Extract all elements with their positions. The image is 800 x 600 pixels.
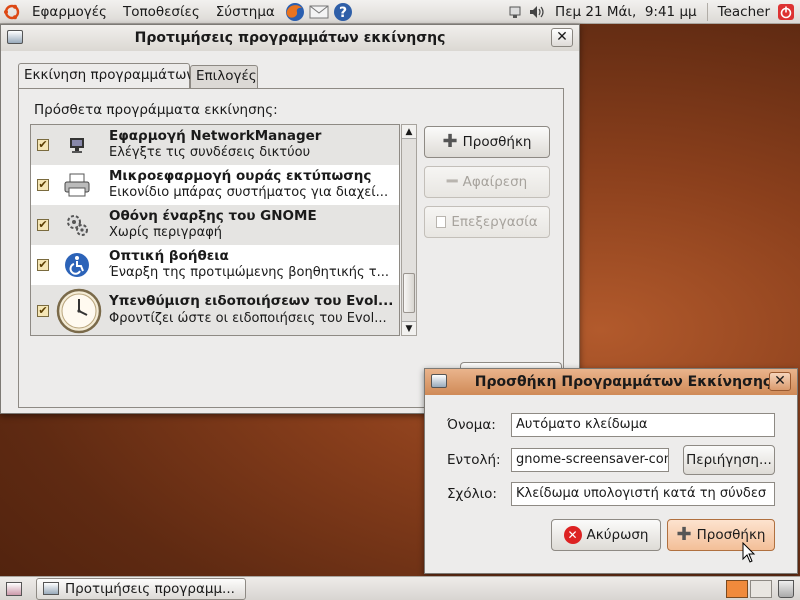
network-monitor-icon: [61, 129, 93, 161]
remove-icon: ━: [446, 171, 458, 192]
program-title: Εφαρμογή NetworkManager: [109, 128, 322, 144]
comment-label: Σχόλιο:: [447, 486, 497, 502]
add-program-button[interactable]: ✚ Προσθήκη: [424, 126, 550, 158]
tab-options[interactable]: Επιλογές: [190, 65, 258, 89]
clock[interactable]: Πεμ 21 Μάι, 9:41 μμ: [549, 4, 703, 20]
remove-program-label: Αφαίρεση: [462, 174, 528, 190]
ubuntu-logo-icon[interactable]: [2, 2, 22, 22]
help-icon[interactable]: ?: [333, 2, 353, 22]
checkbox[interactable]: ✔: [37, 259, 49, 271]
dialog-titlebar[interactable]: Προσθήκη Προγραμμάτων Εκκίνησης ✕: [425, 369, 797, 395]
bottom-panel: Προτιμήσεις προγραμμ...: [0, 576, 800, 600]
list-item[interactable]: ✔ Υπενθύμιση ειδοποιήσεων του Evol... Φρ…: [31, 285, 399, 335]
user-name[interactable]: Teacher: [712, 4, 774, 20]
program-title: Μικροεφαρμογή ουράς εκτύπωσης: [109, 168, 372, 184]
firefox-icon[interactable]: [285, 2, 305, 22]
menu-applications[interactable]: Εφαρμογές: [24, 4, 115, 20]
clock-icon: [55, 287, 103, 335]
program-description: Εικονίδιο μπάρας συστήματος για διαχεί..…: [109, 185, 389, 200]
tab-options-label: Επιλογές: [196, 68, 257, 84]
taskbar-window-button[interactable]: Προτιμήσεις προγραμμ...: [36, 577, 246, 600]
browse-label: Περιήγηση...: [686, 452, 772, 468]
cancel-label: Ακύρωση: [586, 527, 649, 543]
scroll-up-icon[interactable]: ▲: [402, 125, 416, 139]
program-list[interactable]: ✔ Εφαρμογή NetworkManager Ελέγξτε τις συ…: [30, 124, 400, 336]
checkbox[interactable]: ✔: [37, 179, 49, 191]
window-app-icon: [43, 582, 59, 595]
show-desktop-icon[interactable]: [6, 581, 22, 596]
program-description: Έναρξη της προτιμώμενης βοηθητικής τ...: [109, 265, 390, 280]
volume-icon[interactable]: [527, 2, 547, 22]
dialog-menu-icon[interactable]: [431, 374, 447, 388]
list-item[interactable]: ✔ Εφαρμογή NetworkManager Ελέγξτε τις συ…: [31, 125, 399, 165]
dialog-add-button[interactable]: ✚ Προσθήκη: [667, 519, 775, 551]
program-title: Υπενθύμιση ειδοποιήσεων του Evol...: [109, 293, 394, 309]
program-title: Οπτική βοήθεια: [109, 248, 229, 264]
mouse-pointer-icon: [742, 541, 756, 568]
scroll-down-icon[interactable]: ▼: [402, 321, 416, 335]
add-icon: ✚: [442, 131, 458, 152]
printer-icon: [61, 169, 93, 201]
top-panel: Εφαρμογές Τοποθεσίες Σύστημα ? Πεμ 21 Μά…: [0, 0, 800, 24]
dialog-title: Προσθήκη Προγραμμάτων Εκκίνησης: [474, 374, 772, 390]
mail-icon[interactable]: [309, 2, 329, 22]
accessibility-icon: [61, 249, 93, 281]
edit-icon: [436, 216, 447, 228]
list-item[interactable]: ✔ Μικροεφαρμογή ουράς εκτύπωσης Εικονίδι…: [31, 165, 399, 205]
taskbar-window-label: Προτιμήσεις προγραμμ...: [65, 580, 235, 597]
cancel-icon: ✕: [563, 526, 582, 544]
edit-program-label: Επεξεργασία: [451, 214, 538, 230]
shutdown-icon[interactable]: [776, 2, 796, 22]
command-label: Εντολή:: [447, 452, 501, 468]
edit-program-button[interactable]: Επεξεργασία: [424, 206, 550, 238]
checkbox[interactable]: ✔: [37, 139, 49, 151]
browse-button[interactable]: Περιήγηση...: [683, 445, 775, 475]
comment-field[interactable]: Κλείδωμα υπολογιστή κατά τη σύνδεσ: [511, 482, 775, 506]
main-titlebar[interactable]: Προτιμήσεις προγραμμάτων εκκίνησης ✕: [1, 25, 579, 51]
checkbox[interactable]: ✔: [37, 219, 49, 231]
program-description: Ελέγξτε τις συνδέσεις δικτύου: [109, 145, 311, 160]
main-window-title: Προτιμήσεις προγραμμάτων εκκίνησης: [134, 30, 446, 46]
gears-icon: [61, 209, 93, 241]
scroll-thumb[interactable]: [403, 273, 415, 313]
section-label: Πρόσθετα προγράμματα εκκίνησης:: [34, 102, 278, 118]
command-field[interactable]: gnome-screensaver-com: [511, 448, 669, 472]
add-icon: ✚: [676, 524, 692, 545]
list-item[interactable]: ✔ Οθόνη έναρξης του GNOME Χωρίς περιγραφ…: [31, 205, 399, 245]
cancel-button[interactable]: ✕ Ακύρωση: [551, 519, 661, 551]
remove-program-button[interactable]: ━ Αφαίρεση: [424, 166, 550, 198]
dialog-add-label: Προσθήκη: [696, 527, 766, 543]
panel-separator: [706, 2, 708, 21]
menu-places[interactable]: Τοποθεσίες: [115, 4, 208, 20]
program-description: Φροντίζει ώστε οι ειδοποιήσεις του Evol.…: [109, 311, 387, 326]
tab-startup-programs-label: Εκκίνηση προγραμμάτων: [24, 67, 194, 83]
name-field[interactable]: Αυτόματο κλείδωμα: [511, 413, 775, 437]
workspace-2[interactable]: [750, 579, 772, 598]
trash-icon[interactable]: [778, 579, 794, 598]
list-item[interactable]: ✔ Οπτική βοήθεια Έναρξη της προτιμώμενης…: [31, 245, 399, 285]
program-title: Οθόνη έναρξης του GNOME: [109, 208, 317, 224]
add-program-label: Προσθήκη: [462, 134, 532, 150]
workspace-switcher[interactable]: [726, 579, 772, 598]
svg-text:?: ?: [339, 5, 347, 21]
program-description: Χωρίς περιγραφή: [109, 225, 223, 240]
menu-system[interactable]: Σύστημα: [208, 4, 283, 20]
name-label: Όνομα:: [447, 417, 496, 433]
checkbox[interactable]: ✔: [37, 305, 49, 317]
list-scrollbar[interactable]: ▲ ▼: [401, 124, 417, 336]
workspace-1[interactable]: [726, 579, 748, 598]
window-menu-icon[interactable]: [7, 30, 23, 44]
dialog-close-icon[interactable]: ✕: [769, 372, 791, 391]
tab-startup-programs[interactable]: Εκκίνηση προγραμμάτων: [18, 63, 194, 89]
network-tray-icon[interactable]: [507, 2, 523, 22]
close-icon[interactable]: ✕: [551, 28, 573, 47]
